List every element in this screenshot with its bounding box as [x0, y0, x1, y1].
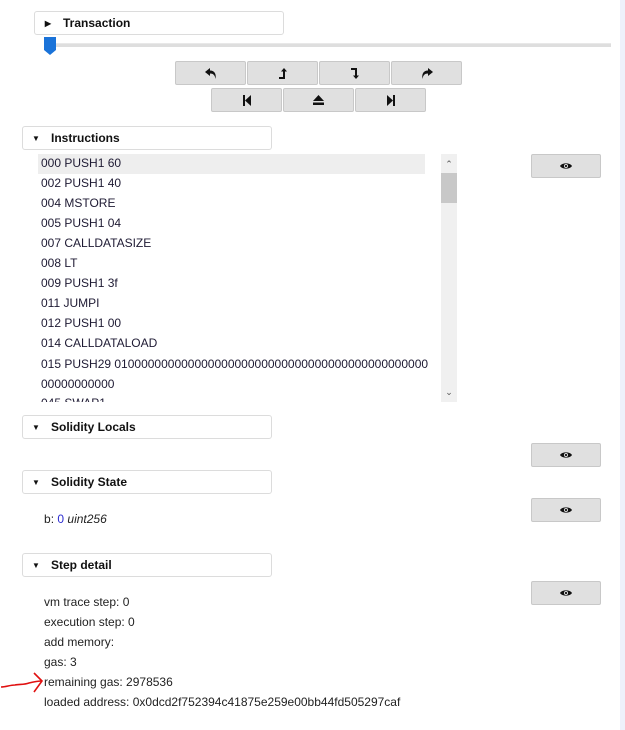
red-arrow-annotation-icon	[0, 672, 44, 693]
eye-icon	[560, 590, 572, 596]
step-back-button[interactable]	[175, 61, 246, 85]
instruction-item[interactable]: 009 PUSH1 3f	[38, 274, 441, 294]
instruction-item[interactable]: 015 PUSH29 01000000000000000000000000000…	[38, 354, 431, 394]
caret-down-icon: ▼	[32, 477, 40, 487]
state-variable-row: b: 0 uint256	[44, 512, 107, 526]
instruction-item[interactable]: 004 MSTORE	[38, 194, 441, 214]
solidity-locals-panel-label: Solidity Locals	[51, 420, 136, 434]
instruction-item[interactable]: 045 SWAP1	[38, 394, 441, 402]
instruction-item[interactable]: 012 PUSH1 00	[38, 314, 441, 334]
solidity-state-view-button[interactable]	[531, 498, 601, 522]
jump-next-breakpoint-button[interactable]	[355, 88, 426, 112]
jump-out-button[interactable]	[283, 88, 354, 112]
instruction-item[interactable]: 008 LT	[38, 254, 441, 274]
level-down-icon	[350, 67, 359, 79]
state-variable-value: 0	[57, 512, 65, 526]
instruction-item[interactable]: 014 CALLDATALOAD	[38, 334, 441, 354]
caret-down-icon: ▼	[32, 133, 40, 143]
skip-forward-icon	[386, 94, 395, 106]
step-over-forward-button[interactable]	[391, 61, 462, 85]
step-into-button[interactable]	[319, 61, 390, 85]
instruction-item[interactable]: 011 JUMPI	[38, 294, 441, 314]
transaction-panel-header[interactable]: ▶ Transaction	[34, 11, 284, 35]
step-detail-panel-header[interactable]: ▼ Step detail	[22, 553, 272, 577]
solidity-locals-view-button[interactable]	[531, 443, 601, 467]
step-detail-panel-label: Step detail	[51, 558, 112, 572]
loaded-address: loaded address: 0x0dcd2f752394c41875e259…	[44, 695, 401, 709]
step-slider-track[interactable]	[46, 43, 611, 47]
solidity-state-panel-label: Solidity State	[51, 475, 128, 489]
skip-back-icon	[242, 94, 251, 106]
solidity-locals-panel-header[interactable]: ▼ Solidity Locals	[22, 415, 272, 439]
jump-previous-breakpoint-button[interactable]	[211, 88, 282, 112]
solidity-state-panel-header[interactable]: ▼ Solidity State	[22, 470, 272, 494]
caret-down-icon: ▼	[32, 422, 40, 432]
instruction-item[interactable]: 000 PUSH1 60	[38, 154, 425, 174]
remaining-gas: remaining gas: 2978536	[44, 675, 173, 689]
scroll-down-icon[interactable]: ⌄	[441, 384, 457, 400]
level-up-icon	[278, 67, 287, 79]
scrollbar-thumb[interactable]	[441, 173, 457, 203]
instructions-view-button[interactable]	[531, 154, 601, 178]
state-variable-name: b	[44, 512, 51, 526]
scroll-up-icon[interactable]: ⌃	[441, 156, 457, 172]
step-slider-handle[interactable]	[44, 37, 56, 55]
redo-arrow-icon	[421, 67, 433, 79]
instructions-scrollbar[interactable]: ⌃ ⌄	[441, 154, 457, 402]
instruction-item[interactable]: 007 CALLDATASIZE	[38, 234, 441, 254]
caret-down-icon: ▼	[32, 560, 40, 570]
instruction-item[interactable]: 002 PUSH1 40	[38, 174, 441, 194]
window-edge	[620, 0, 625, 730]
instructions-panel-header[interactable]: ▼ Instructions	[22, 126, 272, 150]
execution-step: execution step: 0	[44, 615, 135, 629]
state-variable-type: uint256	[67, 512, 107, 526]
gas: gas: 3	[44, 655, 77, 669]
caret-right-icon: ▶	[44, 18, 52, 28]
instructions-panel-label: Instructions	[51, 131, 120, 145]
step-detail-view-button[interactable]	[531, 581, 601, 605]
add-memory: add memory:	[44, 635, 115, 649]
vm-trace-step: vm trace step: 0	[44, 595, 130, 609]
instructions-list[interactable]: 000 PUSH1 60 002 PUSH1 40 004 MSTORE 005…	[38, 154, 441, 402]
eye-icon	[560, 452, 572, 458]
eye-icon	[560, 507, 572, 513]
step-out-back-button[interactable]	[247, 61, 318, 85]
instruction-item[interactable]: 005 PUSH1 04	[38, 214, 441, 234]
eject-icon	[313, 95, 324, 105]
undo-arrow-icon	[204, 67, 216, 79]
eye-icon	[560, 163, 572, 169]
transaction-panel-label: Transaction	[63, 16, 131, 30]
